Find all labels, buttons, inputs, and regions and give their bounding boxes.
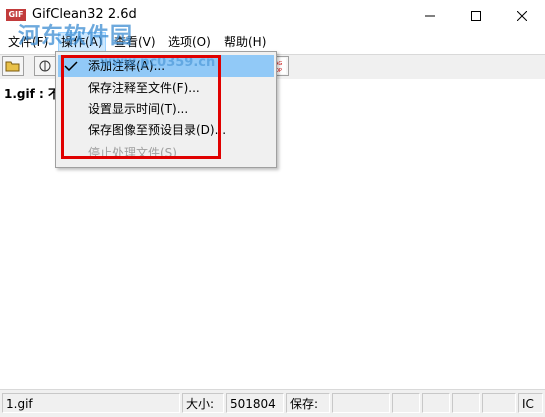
minimize-icon <box>425 15 435 16</box>
minimize-button[interactable] <box>407 0 453 31</box>
status-cell-4 <box>482 393 516 413</box>
maximize-icon <box>471 10 481 21</box>
menu-help[interactable]: 帮助(H) <box>222 33 268 51</box>
status-save-label: 保存: <box>286 393 330 413</box>
status-size-value: 501804 <box>226 393 284 413</box>
status-filename: 1.gif <box>2 393 180 413</box>
menu-item-stop-processing: 停止处理文件(S) <box>88 146 177 160</box>
watermark: 河东软件园 <box>18 24 134 49</box>
status-cell-3 <box>452 393 480 413</box>
checkmark-icon <box>64 61 78 71</box>
close-button[interactable] <box>499 0 545 31</box>
status-cell-2 <box>422 393 450 413</box>
close-icon <box>517 10 527 21</box>
status-cell-1 <box>392 393 420 413</box>
maximize-button[interactable] <box>453 0 499 31</box>
menu-item-set-display-time[interactable]: 设置显示时间(T)... <box>88 98 188 120</box>
status-save-value <box>332 393 390 413</box>
menu-item-save-image[interactable]: 保存图像至预设目录(D)... <box>88 119 226 141</box>
brush-icon <box>39 60 51 72</box>
menu-item-save-comment[interactable]: 保存注释至文件(F)... <box>88 77 200 99</box>
menu-options[interactable]: 选项(O) <box>166 33 213 51</box>
open-folder-icon <box>5 61 20 72</box>
clean-button[interactable] <box>34 56 56 76</box>
status-size-label: 大小: <box>182 393 224 413</box>
open-folder-button[interactable] <box>2 56 24 76</box>
file-info-label: 1.gif : 不 <box>4 87 60 101</box>
status-bar: 1.gif 大小: 501804 保存: IC <box>0 389 545 417</box>
watermark-url: www.pc0359.cn <box>100 55 216 70</box>
status-mode: IC <box>518 393 543 413</box>
